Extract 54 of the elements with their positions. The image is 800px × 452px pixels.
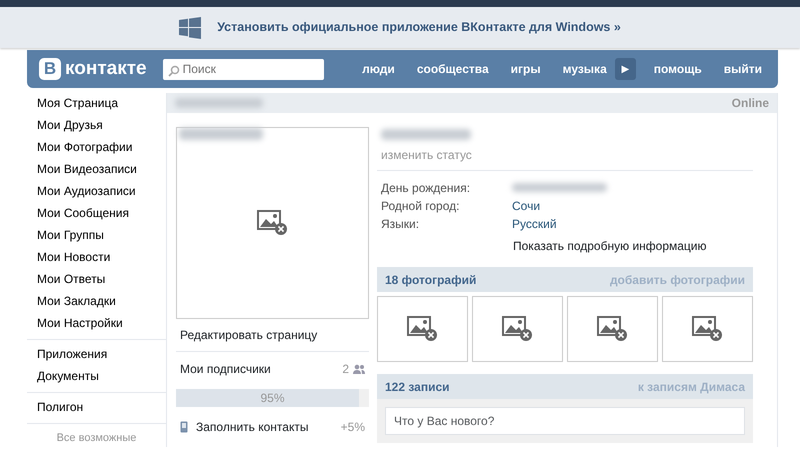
completion-percent: 95% <box>260 390 285 407</box>
logo-text[interactable]: контакте <box>65 54 147 84</box>
section-title: 18 фотографий <box>385 272 476 288</box>
nav-link[interactable]: игры <box>510 60 541 78</box>
profile-action-link[interactable]: Редактировать страницу <box>180 326 318 344</box>
sidebar-item[interactable]: Мои Закладки <box>27 291 166 313</box>
windows-icon <box>179 16 202 38</box>
info-label: Языки: <box>381 216 420 233</box>
nav-link[interactable]: люди <box>362 60 395 78</box>
play-button[interactable]: ▶ <box>614 58 636 80</box>
online-status: Online <box>732 95 769 112</box>
sidebar-item[interactable]: Мои Новости <box>27 247 166 269</box>
logo-mark[interactable]: В <box>39 58 61 80</box>
sidebar-item[interactable]: Мои Аудиозаписи <box>27 181 166 203</box>
sidebar-item[interactable]: Моя Страница <box>27 93 166 115</box>
broken-image-icon <box>406 316 438 342</box>
section-title: 122 записи <box>385 378 450 396</box>
broken-image-icon <box>502 316 534 342</box>
sidebar-item[interactable]: Документы <box>27 366 166 388</box>
fill-contacts-link[interactable]: Заполнить контакты <box>196 418 308 436</box>
photo-thumbnail[interactable] <box>567 296 658 362</box>
sidebar-item[interactable]: Мои Видеозаписи <box>27 159 166 181</box>
sidebar-item[interactable]: Приложения <box>27 344 166 366</box>
photo-thumbnail[interactable] <box>377 296 468 362</box>
photo-thumbnail[interactable] <box>662 296 753 362</box>
broken-image-icon <box>692 316 724 342</box>
info-label: День рождения: <box>381 180 472 197</box>
people-icon <box>353 364 365 374</box>
sidebar-item[interactable]: Полигон <box>27 397 166 419</box>
info-label: Родной город: <box>381 198 460 215</box>
nav-link[interactable]: сообщества <box>416 60 489 78</box>
bonus-percent: +5% <box>340 419 365 436</box>
nav-link[interactable]: помощь <box>654 60 702 78</box>
phone-icon <box>180 421 188 433</box>
nav-link[interactable]: выйти <box>724 60 762 78</box>
show-details-link[interactable]: Показать подробную информацию <box>513 239 706 253</box>
broken-image-icon <box>596 316 628 342</box>
search-field[interactable]: Поиск <box>162 58 324 80</box>
photo-thumbnail[interactable] <box>472 296 563 362</box>
info-value[interactable]: Русский <box>512 215 557 233</box>
sidebar-item[interactable]: Мои Друзья <box>27 115 166 137</box>
post-field[interactable]: Что у Вас нового? <box>385 407 745 435</box>
sidebar-item[interactable]: Мои Настройки <box>27 313 166 335</box>
sidebar-item[interactable]: Мои Сообщения <box>27 203 166 225</box>
profile-action-link[interactable]: Мои подписчики <box>180 360 271 378</box>
install-app-link[interactable]: Установить официальное приложение ВКонтакте для Windows » <box>217 18 621 37</box>
sidebar-item[interactable]: Мои Группы <box>27 225 166 247</box>
info-value[interactable]: Сочи <box>512 197 540 215</box>
sidebar-footer-text: Все возможные <box>56 431 138 446</box>
follower-count: 2 <box>342 360 349 378</box>
broken-image-icon <box>256 210 288 236</box>
sidebar-item[interactable]: Мои Фотографии <box>27 137 166 159</box>
nav-link[interactable]: музыка <box>562 60 607 78</box>
sidebar-item[interactable]: Мои Ответы <box>27 269 166 291</box>
